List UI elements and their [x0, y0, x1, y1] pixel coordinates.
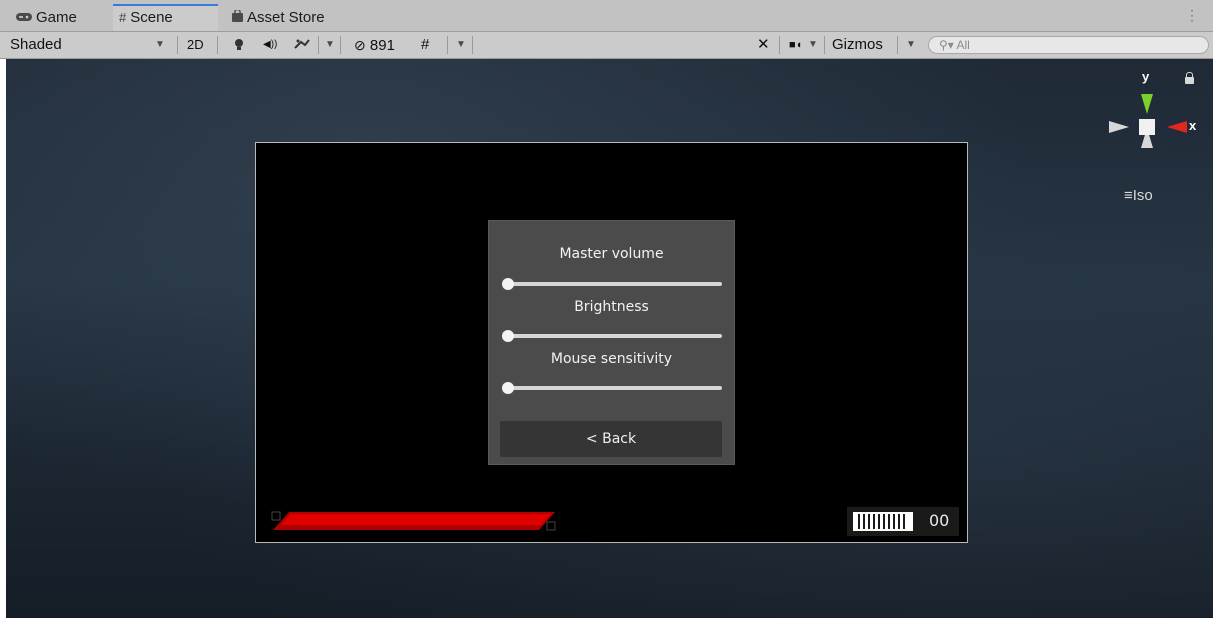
grid-dropdown-arrow-icon[interactable]: ▼	[456, 32, 466, 58]
toolbar-divider	[177, 36, 178, 54]
lighting-toggle-icon[interactable]	[234, 32, 244, 58]
tab-asset-store[interactable]: Asset Store	[226, 6, 356, 31]
ammo-count: 00	[929, 511, 950, 530]
toolbar-divider	[217, 36, 218, 54]
effects-toggle-icon[interactable]	[293, 32, 311, 58]
search-icon: ⚲▾	[939, 38, 957, 52]
toolbar-divider	[897, 36, 898, 54]
toolbar-divider	[318, 36, 319, 54]
health-bar	[271, 511, 557, 531]
hidden-count: 891	[369, 37, 395, 54]
eye-slash-icon: ⊘	[354, 37, 366, 53]
shading-mode-label: Shaded	[10, 36, 62, 53]
tab-scene[interactable]: # Scene	[113, 4, 218, 31]
mouse-sensitivity-label: Mouse sensitivity	[550, 351, 673, 367]
2d-toggle-label: 2D	[187, 37, 204, 52]
master-volume-slider[interactable]	[502, 277, 722, 291]
toolbar-divider	[340, 36, 341, 54]
gamepad-icon	[16, 6, 32, 30]
toolbar-divider	[447, 36, 448, 54]
bag-icon	[232, 6, 243, 30]
editor-tab-bar: Game # Scene Asset Store ⋮	[0, 0, 1213, 32]
tab-game-label: Game	[36, 9, 77, 26]
gizmo-x-label: x	[1189, 118, 1197, 133]
slider-track	[507, 282, 722, 286]
slider-handle[interactable]	[502, 330, 514, 342]
search-placeholder: All	[956, 38, 970, 52]
slider-handle[interactable]	[502, 382, 514, 394]
hamburger-icon: ≡	[1124, 187, 1133, 204]
toolbar-divider	[824, 36, 825, 54]
orientation-gizmo[interactable]: y x	[1097, 64, 1197, 174]
mouse-sensitivity-slider[interactable]	[502, 381, 722, 395]
settings-panel: Master volume Brightness Mouse sensitivi…	[488, 220, 735, 465]
gizmo-y-label: y	[1142, 69, 1150, 84]
ammo-bars-icon	[853, 512, 913, 531]
master-volume-label: Master volume	[559, 246, 664, 262]
camera-dropdown-arrow-icon[interactable]: ▼	[808, 32, 818, 58]
tools-icon[interactable]: ✕	[757, 32, 770, 58]
more-options-icon[interactable]: ⋮	[1185, 8, 1199, 22]
toolbar-divider	[472, 36, 473, 54]
slider-track	[507, 386, 722, 390]
gizmos-label: Gizmos	[832, 36, 883, 53]
slider-handle[interactable]	[502, 278, 514, 290]
brightness-label: Brightness	[574, 299, 649, 315]
tab-game[interactable]: Game	[10, 6, 110, 31]
shading-dropdown-arrow-icon[interactable]: ▼	[155, 32, 165, 58]
scene-search-input[interactable]: ⚲▾ All	[928, 36, 1209, 54]
camera-icon[interactable]: ■◖	[789, 32, 802, 58]
back-button[interactable]: < Back	[500, 421, 722, 457]
brightness-slider[interactable]	[502, 329, 722, 343]
projection-label: Iso	[1132, 187, 1153, 204]
toolbar-divider	[779, 36, 780, 54]
lock-icon[interactable]	[1185, 72, 1194, 84]
grid-icon: #	[119, 10, 127, 25]
ammo-counter: 00	[847, 507, 959, 536]
projection-toggle[interactable]: ≡Iso	[1124, 187, 1153, 204]
audio-toggle-icon[interactable]: ◀))	[263, 32, 277, 58]
shading-mode-dropdown[interactable]: Shaded	[10, 32, 62, 58]
gizmos-dropdown-arrow-icon[interactable]: ▼	[906, 32, 916, 58]
slider-track	[507, 334, 722, 338]
gizmos-button[interactable]: Gizmos	[832, 32, 883, 58]
grid-snapping-icon[interactable]: #	[421, 32, 429, 58]
tab-asset-store-label: Asset Store	[247, 9, 325, 26]
2d-toggle-button[interactable]: 2D	[187, 32, 204, 58]
scene-visibility-toggle[interactable]: ⊘ 891	[354, 32, 395, 58]
effects-dropdown-arrow-icon[interactable]: ▼	[325, 32, 335, 58]
tab-scene-label: Scene	[130, 9, 173, 26]
scene-toolbar: Shaded ▼ 2D ◀)) ▼ ⊘ 891 # ▼ ✕ ■◖ ▼ Gizmo…	[0, 32, 1213, 59]
